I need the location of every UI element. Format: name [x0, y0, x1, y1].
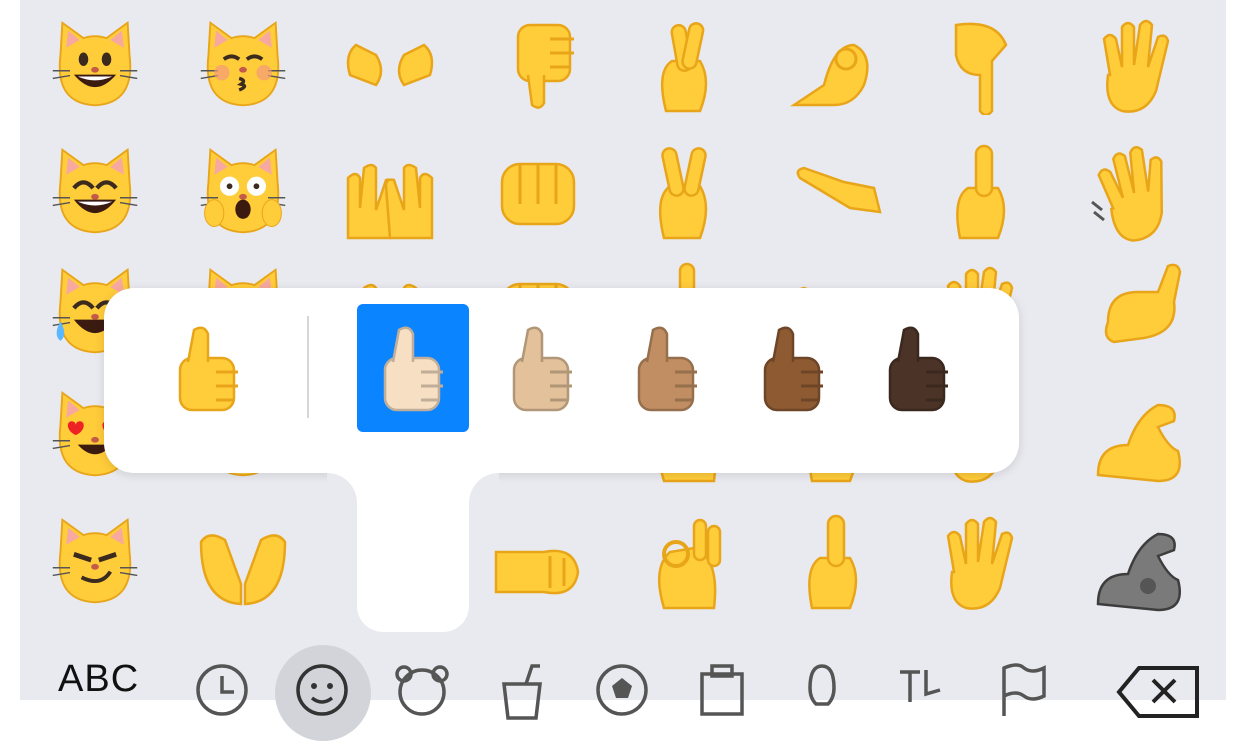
thumbs-up-medium-dark-skin[interactable] [737, 304, 849, 432]
abc-button[interactable]: ABC [58, 658, 139, 701]
raised-hand-splayed-emoji[interactable] [922, 502, 1042, 622]
weary-cat-emoji[interactable] [183, 132, 303, 252]
grinning-cat-smiling-eyes-emoji[interactable] [35, 132, 155, 252]
palms-up-together-emoji[interactable] [183, 502, 303, 622]
flexed-biceps-emoji[interactable] [1078, 375, 1198, 495]
kissing-cat-emoji[interactable] [183, 5, 303, 125]
vulcan-salute-emoji[interactable] [1078, 5, 1198, 125]
waving-hand-emoji[interactable] [1078, 132, 1198, 252]
ok-hand-2-emoji[interactable] [626, 502, 746, 622]
symbols-icon[interactable] [892, 660, 952, 720]
left-facing-fist-emoji[interactable] [478, 502, 598, 622]
flags-icon[interactable] [992, 660, 1052, 720]
call-me-hand-emoji[interactable] [1078, 252, 1198, 372]
objects-icon[interactable] [792, 660, 852, 720]
smileys-icon[interactable] [292, 660, 352, 720]
mechanical-arm-emoji[interactable] [1078, 502, 1198, 622]
travel-icon[interactable] [692, 660, 752, 720]
oncoming-fist-emoji[interactable] [478, 132, 598, 252]
crossed-fingers-emoji[interactable] [626, 5, 746, 125]
backhand-index-down-emoji[interactable] [922, 5, 1042, 125]
thumbs-up-medium-skin[interactable] [611, 304, 723, 432]
index-up-emoji[interactable] [774, 502, 894, 622]
food-icon[interactable] [492, 660, 552, 720]
index-pointing-up-emoji[interactable] [922, 132, 1042, 252]
smirk-cat-emoji[interactable] [35, 502, 155, 622]
open-hands-emoji[interactable] [330, 5, 450, 125]
thumbs-up-light-skin[interactable] [357, 304, 469, 432]
pinched-fingers-emoji[interactable] [774, 5, 894, 125]
thumbs-down-emoji[interactable] [478, 5, 598, 125]
activity-icon[interactable] [592, 660, 652, 720]
recent-icon[interactable] [192, 660, 252, 720]
thumbs-up-dark-skin[interactable] [862, 304, 974, 432]
delete-icon[interactable] [1115, 660, 1205, 720]
raising-hands-emoji[interactable] [330, 132, 450, 252]
thumbs-up-default[interactable] [152, 304, 264, 432]
skin-tone-popup-stem [357, 470, 469, 632]
animals-icon[interactable] [392, 660, 452, 720]
victory-hand-emoji[interactable] [626, 132, 746, 252]
thumbs-up-medium-light-skin[interactable] [486, 304, 598, 432]
leftwards-hand-emoji[interactable] [774, 132, 894, 252]
grinning-cat-emoji[interactable] [35, 5, 155, 125]
popup-divider [307, 316, 309, 418]
